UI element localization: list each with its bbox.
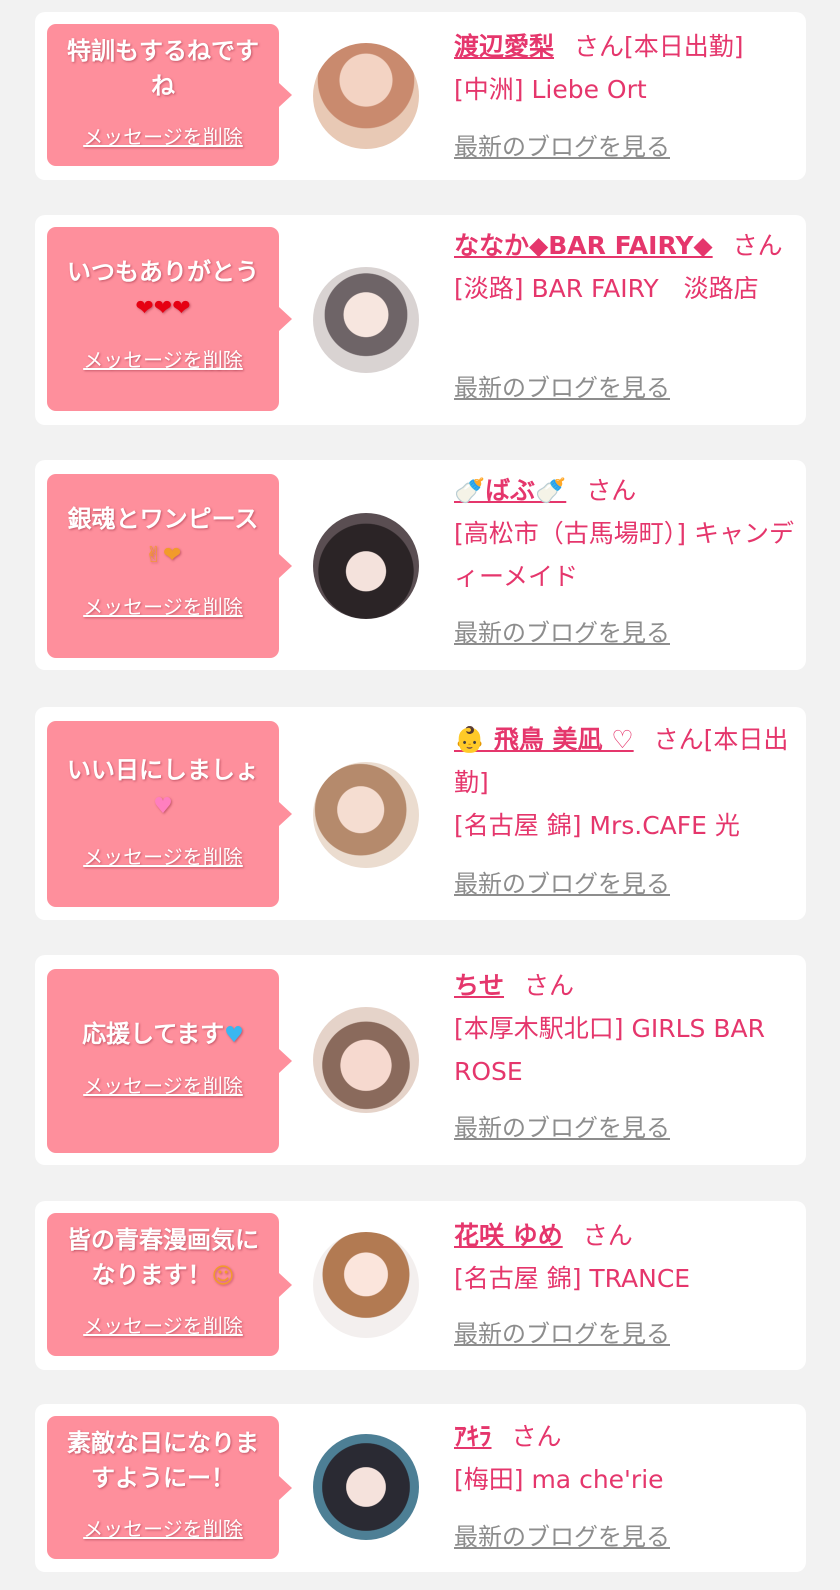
latest-blog-link[interactable]: 最新のブログを見る: [454, 132, 670, 162]
list-item: いい日にしましょ ♥ メッセージを削除 👶 飛鳥 美凪 ♡ さん[本日出勤] [名古…: [35, 707, 806, 920]
name-suffix: さん: [586, 476, 637, 505]
avatar-image: [313, 1007, 419, 1113]
shop-name: [本厚木駅北口] GIRLS BAR ROSE: [454, 1014, 765, 1086]
delete-message-link[interactable]: メッセージを削除: [47, 1516, 279, 1542]
latest-blog-link[interactable]: 最新のブログを見る: [454, 1113, 670, 1143]
delete-message-link[interactable]: メッセージを削除: [47, 594, 279, 620]
shop-name: [高松市（古馬場町）] キャンディーメイド: [454, 519, 794, 591]
pink-heart-emoji-icon: ♥: [153, 794, 173, 819]
message-text: いい日にしましょ ♥: [67, 756, 259, 819]
message-bubble: 素敵な日になりま すようにー！ メッセージを削除: [47, 1416, 292, 1559]
message-text: 皆の青春漫画気に なります！☺: [67, 1226, 259, 1289]
profile-info: ななか◆BAR FAIRY◆ さん [淡路] BAR FAIRY 淡路店: [454, 224, 794, 310]
name-suffix: さん: [524, 971, 575, 1000]
list-item: いつもありがとう ❤❤❤ メッセージを削除 ななか◆BAR FAIRY◆ さん [淡…: [35, 215, 806, 425]
shop-name: [名古屋 錦] Mrs.CAFE 光: [454, 811, 740, 840]
blue-heart-emoji-icon: ♥: [224, 1023, 244, 1048]
cast-name-link[interactable]: 渡辺愛梨: [454, 32, 554, 61]
message-bubble: 銀魂とワンピース ✌❤ メッセージを削除: [47, 474, 292, 658]
message-bubble: 特訓もするねですね メッセージを削除: [47, 24, 292, 166]
shop-name: [淡路] BAR FAIRY 淡路店: [454, 274, 759, 303]
shop-name: [梅田] ma che'rie: [454, 1465, 664, 1494]
avatar[interactable]: [313, 1232, 419, 1338]
message-text: 素敵な日になりま すようにー！: [67, 1429, 259, 1492]
cast-name-link[interactable]: 👶 飛鳥 美凪 ♡: [454, 725, 634, 754]
list-item: 応援してます♥ メッセージを削除 ちせ さん [本厚木駅北口] GIRLS BAR…: [35, 955, 806, 1165]
avatar[interactable]: [313, 1007, 419, 1113]
message-text: 特訓もするねですね: [67, 37, 259, 100]
latest-blog-link[interactable]: 最新のブログを見る: [454, 618, 670, 648]
latest-blog-link[interactable]: 最新のブログを見る: [454, 1522, 670, 1552]
message-text: いつもありがとう ❤❤❤: [67, 258, 259, 321]
avatar[interactable]: [313, 43, 419, 149]
profile-info: ｱｷﾗ さん [梅田] ma che'rie: [454, 1415, 794, 1501]
shop-name: [中洲] Liebe Ort: [454, 75, 647, 104]
message-bubble: 皆の青春漫画気に なります！☺ メッセージを削除: [47, 1213, 292, 1356]
smile-emoji-icon: ☺: [211, 1264, 235, 1289]
avatar-image: [313, 43, 419, 149]
message-bubble: 応援してます♥ メッセージを削除: [47, 969, 292, 1153]
avatar[interactable]: [313, 267, 419, 373]
heart-emoji-icon: ❤❤❤: [135, 296, 191, 321]
avatar-image: [313, 1232, 419, 1338]
delete-message-link[interactable]: メッセージを削除: [47, 844, 279, 870]
latest-blog-link[interactable]: 最新のブログを見る: [454, 869, 670, 899]
peace-heart-emoji-icon: ✌❤: [144, 543, 182, 568]
delete-message-link[interactable]: メッセージを削除: [47, 347, 279, 373]
message-text: 応援してます♥: [82, 1020, 244, 1048]
profile-info: 👶 飛鳥 美凪 ♡ さん[本日出勤] [名古屋 錦] Mrs.CAFE 光: [454, 718, 794, 847]
delete-message-link[interactable]: メッセージを削除: [47, 1073, 279, 1099]
message-bubble: いい日にしましょ ♥ メッセージを削除: [47, 721, 292, 907]
cast-name-link[interactable]: 🍼ばぶ🍼: [454, 476, 566, 505]
name-suffix: さん: [511, 1422, 562, 1451]
avatar-image: [313, 513, 419, 619]
profile-info: 渡辺愛梨 さん[本日出勤] [中洲] Liebe Ort: [454, 25, 794, 111]
avatar[interactable]: [313, 1434, 419, 1540]
message-list: 特訓もするねですね メッセージを削除 渡辺愛梨 さん[本日出勤] [中洲] Lie…: [0, 0, 840, 1590]
avatar-image: [313, 1434, 419, 1540]
name-suffix: さん: [732, 231, 783, 260]
list-item: 皆の青春漫画気に なります！☺ メッセージを削除 花咲 ゆめ さん [名古屋 錦] …: [35, 1201, 806, 1370]
profile-info: ちせ さん [本厚木駅北口] GIRLS BAR ROSE: [454, 964, 794, 1093]
message-text: 銀魂とワンピース ✌❤: [67, 505, 259, 568]
name-suffix: さん: [582, 1221, 633, 1250]
shop-name: [名古屋 錦] TRANCE: [454, 1264, 691, 1293]
list-item: 特訓もするねですね メッセージを削除 渡辺愛梨 さん[本日出勤] [中洲] Lie…: [35, 12, 806, 180]
delete-message-link[interactable]: メッセージを削除: [47, 124, 279, 150]
latest-blog-link[interactable]: 最新のブログを見る: [454, 1319, 670, 1349]
profile-info: 🍼ばぶ🍼 さん [高松市（古馬場町）] キャンディーメイド: [454, 469, 794, 598]
avatar-image: [313, 267, 419, 373]
list-item: 素敵な日になりま すようにー！ メッセージを削除 ｱｷﾗ さん [梅田] ma ch…: [35, 1404, 806, 1572]
avatar-image: [313, 762, 419, 868]
delete-message-link[interactable]: メッセージを削除: [47, 1313, 279, 1339]
profile-info: 花咲 ゆめ さん [名古屋 錦] TRANCE: [454, 1214, 794, 1300]
cast-name-link[interactable]: ちせ: [454, 971, 504, 1000]
cast-name-link[interactable]: ｱｷﾗ: [454, 1422, 492, 1451]
name-suffix: さん[本日出勤]: [574, 32, 744, 61]
avatar[interactable]: [313, 762, 419, 868]
message-bubble: いつもありがとう ❤❤❤ メッセージを削除: [47, 227, 292, 411]
latest-blog-link[interactable]: 最新のブログを見る: [454, 373, 670, 403]
cast-name-link[interactable]: ななか◆BAR FAIRY◆: [454, 231, 713, 260]
avatar[interactable]: [313, 513, 419, 619]
list-item: 銀魂とワンピース ✌❤ メッセージを削除 🍼ばぶ🍼 さん [高松市（古馬場町）] キ…: [35, 460, 806, 670]
cast-name-link[interactable]: 花咲 ゆめ: [454, 1221, 563, 1250]
